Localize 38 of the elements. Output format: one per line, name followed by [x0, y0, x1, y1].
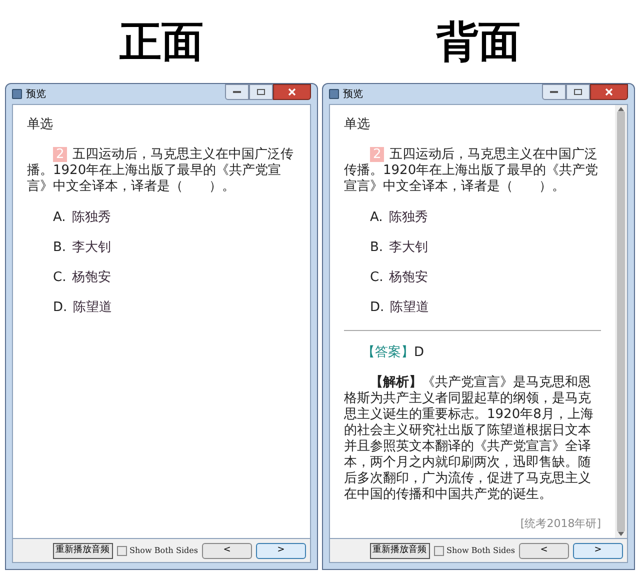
answer-option: C. 杨匏安: [53, 269, 296, 286]
window-title: 预览: [26, 88, 46, 102]
side-heading: 正面: [120, 16, 204, 68]
maximize-button[interactable]: [566, 84, 590, 100]
explanation-paragraph: 【解析】《共产党宣言》是马克思和恩格斯为共产主义者同盟起草的纲领，是马克思主义诞生的重要标志。1920年8月，上海的社会主义研究社出版了陈望道根据日文本并且参照英文本翻译的《共产党宣言》全译本，两个月之内就印刷两次，迅即售缺。随后多次翻印，广为流传，促进了马克思主义在中国的传播和中国共产党的诞生。: [344, 375, 594, 503]
question-type: 单选: [344, 117, 371, 133]
close-button[interactable]: [590, 84, 628, 100]
side-heading: 背面: [436, 16, 520, 68]
question-text: 2 五四运动后，马克思主义在中国广泛传播。1920年在上海出版了最早的《共产党宣言》中文全译本，译者是（ ）。: [27, 147, 294, 195]
replay-audio-button[interactable]: 重新播放音频: [370, 542, 430, 558]
replay-audio-button[interactable]: 重新播放音频: [52, 542, 113, 558]
app-icon: [12, 89, 22, 99]
answer-option: A. 陈独秀: [53, 209, 296, 226]
answer-text: 【答案】D: [361, 345, 426, 361]
answer-option: C. 杨匏安: [370, 269, 601, 286]
minimize-button[interactable]: [225, 84, 249, 100]
source-note: [统考2018年研]: [520, 516, 601, 532]
close-icon: [288, 88, 296, 96]
answer-option: D. 陈望道: [370, 299, 601, 316]
answer-option: B. 李大钊: [53, 239, 296, 256]
answer-option: D. 陈望道: [53, 299, 296, 316]
show-both-sides-checkbox[interactable]: Show Both Sides: [116, 544, 198, 556]
window-title: 预览: [343, 88, 363, 102]
answer-option: A. 陈独秀: [370, 209, 601, 226]
maximize-button[interactable]: [249, 84, 273, 100]
show-both-sides-checkbox[interactable]: Show Both Sides: [434, 544, 515, 556]
minimize-button[interactable]: [542, 84, 566, 100]
previous-button[interactable]: <: [519, 542, 569, 558]
question-type: 单选: [27, 117, 54, 133]
scrollbar[interactable]: [615, 105, 627, 538]
previous-button[interactable]: <: [202, 542, 252, 558]
answer-option: B. 李大钊: [370, 239, 601, 256]
app-icon: [329, 89, 339, 99]
close-icon: [605, 88, 613, 96]
next-button[interactable]: >: [256, 542, 306, 558]
question-text: 2 五四运动后，马克思主义在中国广泛传播。1920年在上海出版了最早的《共产党宣言》中文全译本，译者是（ ）。: [344, 147, 600, 195]
close-button[interactable]: [273, 84, 311, 100]
next-button[interactable]: >: [573, 542, 623, 558]
